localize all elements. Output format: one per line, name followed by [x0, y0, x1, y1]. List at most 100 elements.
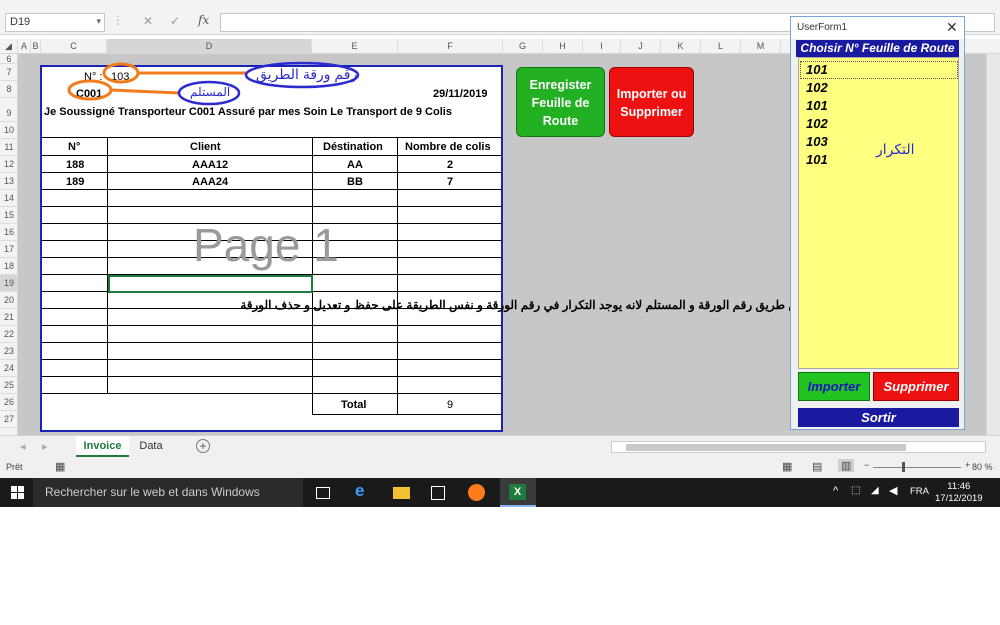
- column-header[interactable]: H: [543, 39, 583, 54]
- windows-start-icon[interactable]: [11, 486, 24, 499]
- invoice-date[interactable]: 29/11/2019: [433, 88, 487, 100]
- list-item[interactable]: 101: [806, 98, 828, 113]
- volume-icon[interactable]: ◀: [889, 484, 897, 497]
- enter-icon[interactable]: ✓: [170, 14, 180, 28]
- fx-icon[interactable]: fx: [198, 13, 209, 27]
- zoom-level[interactable]: 80 %: [972, 462, 993, 472]
- column-header[interactable]: J: [621, 39, 661, 54]
- list-item[interactable]: 102: [806, 116, 828, 131]
- row-header[interactable]: 22: [0, 326, 18, 343]
- row-header[interactable]: 10: [0, 122, 18, 139]
- page-break-icon[interactable]: ▥: [838, 459, 855, 472]
- row-header[interactable]: 13: [0, 173, 18, 190]
- store-icon[interactable]: [431, 486, 445, 500]
- row-2-client[interactable]: AAA24: [192, 176, 228, 188]
- zoom-in-icon[interactable]: +: [965, 460, 970, 470]
- close-icon[interactable]: ✕: [946, 19, 958, 36]
- row-header[interactable]: 12: [0, 156, 18, 173]
- column-header[interactable]: F: [398, 39, 503, 54]
- row-header[interactable]: 14: [0, 190, 18, 207]
- column-header[interactable]: G: [503, 39, 543, 54]
- row-1-client[interactable]: AAA12: [192, 159, 228, 171]
- list-item[interactable]: 101: [806, 62, 828, 77]
- firefox-icon[interactable]: [468, 484, 485, 501]
- import-delete-button[interactable]: Importer ou Supprimer: [609, 67, 694, 137]
- row-header[interactable]: 24: [0, 360, 18, 377]
- notification-icon[interactable]: ⬚: [851, 485, 860, 496]
- receiver-code[interactable]: C001: [76, 88, 102, 100]
- column-header[interactable]: E: [312, 39, 398, 54]
- column-header[interactable]: L: [701, 39, 741, 54]
- row-header[interactable]: 15: [0, 207, 18, 224]
- column-header[interactable]: M: [741, 39, 781, 54]
- userform-window[interactable]: UserForm1 ✕ Choisir N° Feuille de Route …: [790, 16, 965, 430]
- column-header[interactable]: A: [18, 39, 31, 54]
- page-layout-icon[interactable]: ▤: [812, 460, 822, 473]
- zoom-thumb[interactable]: [902, 462, 905, 472]
- list-item[interactable]: 101: [806, 152, 828, 167]
- row-header[interactable]: 21: [0, 309, 18, 326]
- row-header[interactable]: 17: [0, 241, 18, 258]
- save-road-sheet-button[interactable]: Enregister Feuille de Route: [516, 67, 605, 137]
- chevron-down-icon[interactable]: ▾: [96, 16, 101, 27]
- horizontal-scrollbar[interactable]: [611, 441, 986, 453]
- normal-view-icon[interactable]: ▦: [782, 460, 792, 473]
- task-view-icon[interactable]: [316, 487, 330, 499]
- tab-scroll-left-icon[interactable]: ◂: [20, 440, 26, 453]
- row-header[interactable]: 7: [0, 64, 18, 81]
- name-box[interactable]: D19 ▾: [5, 13, 105, 32]
- row-1-destination[interactable]: AA: [347, 159, 363, 171]
- language-indicator[interactable]: FRA: [910, 486, 929, 497]
- column-header[interactable]: I: [583, 39, 621, 54]
- row-1-colis[interactable]: 2: [447, 159, 453, 171]
- chevron-up-icon[interactable]: ^: [833, 485, 838, 497]
- edge-icon[interactable]: e: [355, 481, 372, 500]
- delete-button[interactable]: Supprimer: [873, 372, 959, 401]
- taskbar-search[interactable]: Rechercher sur le web et dans Windows: [33, 478, 303, 507]
- cancel-icon[interactable]: ✕: [143, 14, 153, 28]
- tab-scroll-right-icon[interactable]: ▸: [42, 440, 48, 453]
- network-icon[interactable]: ◢: [871, 485, 879, 496]
- row-header[interactable]: 26: [0, 394, 18, 411]
- list-item[interactable]: 103: [806, 134, 828, 149]
- file-explorer-icon[interactable]: [393, 487, 410, 499]
- column-header[interactable]: C: [41, 39, 107, 54]
- row-header[interactable]: 19: [0, 275, 18, 292]
- select-all-corner[interactable]: ◢: [0, 39, 18, 54]
- row-2-destination[interactable]: BB: [347, 176, 363, 188]
- row-2-no[interactable]: 189: [66, 176, 84, 188]
- macro-record-icon[interactable]: ▦: [55, 460, 65, 473]
- userform-titlebar[interactable]: UserForm1 ✕: [791, 17, 964, 39]
- column-header[interactable]: B: [31, 39, 41, 54]
- import-button[interactable]: Importer: [798, 372, 870, 401]
- scrollbar-thumb[interactable]: [626, 444, 906, 451]
- row-header[interactable]: 20: [0, 292, 18, 309]
- row-header[interactable]: 25: [0, 377, 18, 394]
- zoom-slider[interactable]: [873, 467, 961, 468]
- row-2-colis[interactable]: 7: [447, 176, 453, 188]
- exit-button[interactable]: Sortir: [798, 408, 959, 427]
- add-sheet-icon[interactable]: +: [196, 439, 210, 453]
- row-header[interactable]: 18: [0, 258, 18, 275]
- tab-data[interactable]: Data: [132, 436, 170, 457]
- row-header[interactable]: 16: [0, 224, 18, 241]
- row-header[interactable]: 23: [0, 343, 18, 360]
- selected-cell[interactable]: [108, 275, 313, 293]
- row-header[interactable]: 8: [0, 81, 18, 98]
- zoom-out-icon[interactable]: −: [864, 460, 869, 470]
- column-header[interactable]: K: [661, 39, 701, 54]
- row-header[interactable]: 6: [0, 54, 18, 64]
- list-item[interactable]: 102: [806, 80, 828, 95]
- row-header[interactable]: 27: [0, 411, 18, 428]
- tab-invoice[interactable]: Invoice: [76, 436, 129, 457]
- number-value[interactable]: 103: [111, 71, 129, 83]
- row-1-no[interactable]: 188: [66, 159, 84, 171]
- road-sheet-listbox[interactable]: 101 102 101 102 103 101 التكرار: [798, 57, 959, 369]
- row-header[interactable]: 9: [0, 98, 18, 122]
- vertical-scrollbar[interactable]: [986, 54, 1000, 435]
- taskbar-clock[interactable]: 11:46 17/12/2019: [935, 481, 983, 505]
- row-header[interactable]: 11: [0, 139, 18, 156]
- column-header[interactable]: D: [107, 39, 312, 54]
- excel-taskbar-button[interactable]: X: [500, 478, 536, 507]
- total-value[interactable]: 9: [447, 399, 453, 411]
